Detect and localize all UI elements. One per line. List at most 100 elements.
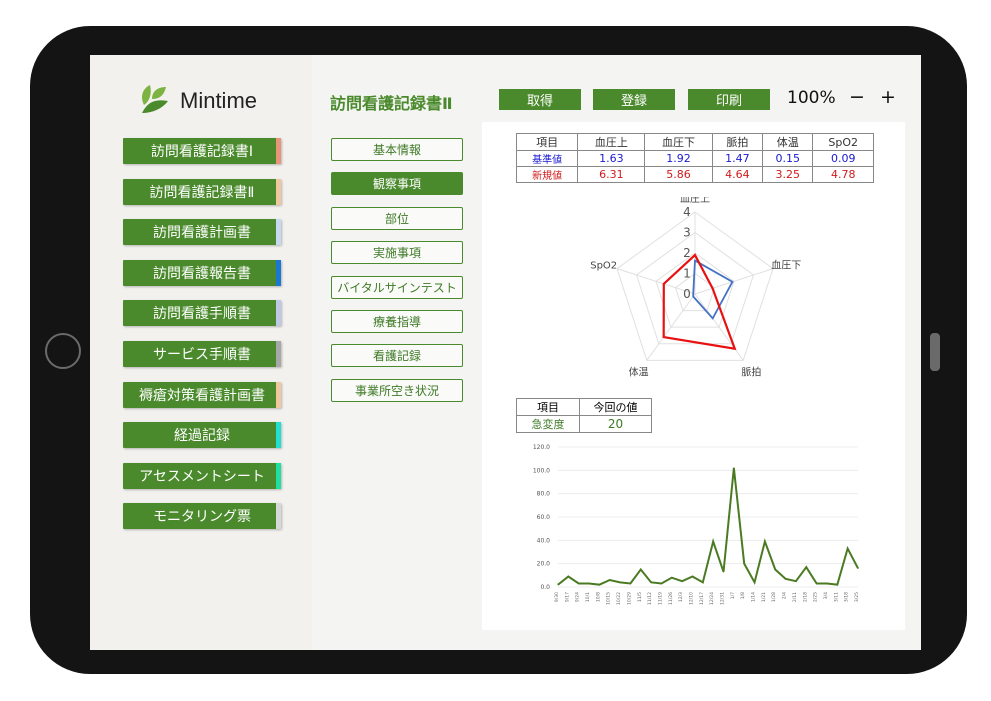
change-row-label: 急変度 xyxy=(516,415,580,433)
side-button[interactable] xyxy=(930,333,940,371)
data-point xyxy=(826,582,828,585)
sidebar-item-stripe xyxy=(276,300,281,327)
sidebar-item-8[interactable]: アセスメントシート xyxy=(123,462,281,489)
radar-tick-label: 2 xyxy=(683,246,691,260)
app-name: Mintime xyxy=(180,88,258,113)
data-point xyxy=(691,575,694,578)
sidebar-item-label: モニタリング票 xyxy=(153,509,251,526)
zoom-out-button[interactable]: − xyxy=(849,86,865,108)
subnav-item-1[interactable]: 観察事項 xyxy=(331,172,463,196)
x-tick-label: 1/7 xyxy=(730,592,736,599)
sidebar-item-0[interactable]: 訪問看護記録書Ⅰ xyxy=(123,138,281,164)
sidebar-item-7[interactable]: 経過記録 xyxy=(123,422,281,449)
x-tick-label: 1/14 xyxy=(751,592,757,602)
trend-line-chart: 0.0 20.0 40.0 60.0 80.0 100.0 120.0 9/30 9/17 9/2… xyxy=(533,444,860,605)
sidebar-item-label: アセスメントシート xyxy=(139,468,265,485)
data-point xyxy=(598,584,600,586)
data-point xyxy=(784,578,787,580)
sidebar-item-stripe xyxy=(276,503,281,530)
data-point xyxy=(805,566,807,568)
sidebar-item-5[interactable]: サービス手順書 xyxy=(123,341,281,367)
home-button[interactable] xyxy=(45,333,81,369)
x-tick-label: 9/30 xyxy=(554,592,560,602)
radar-tick-label: 3 xyxy=(683,226,691,240)
subnav-item-4[interactable]: バイタルサインテスト xyxy=(331,275,463,299)
subnav-item-5[interactable]: 療養指導 xyxy=(331,310,463,333)
data-point xyxy=(681,580,683,582)
sidebar-item-stripe xyxy=(276,462,281,489)
sidebar-item-3[interactable]: 訪問看護報告書 xyxy=(123,259,281,286)
data-point xyxy=(857,567,859,569)
subnav-item-2[interactable]: 部位 xyxy=(331,206,463,230)
get-button[interactable]: 取得 xyxy=(499,89,581,110)
subnav-item-6[interactable]: 看護記録 xyxy=(331,344,463,368)
data-point xyxy=(733,467,735,469)
sidebar-item-stripe xyxy=(276,259,281,286)
x-tick-label: 3/25 xyxy=(854,592,860,602)
radar-tick-label: 4 xyxy=(683,205,691,219)
zoom-level: 100% xyxy=(787,88,836,108)
vitals-header-cell: SpO2 xyxy=(812,133,874,151)
x-tick-label: 11/26 xyxy=(668,592,674,605)
sidebar-item-9[interactable]: モニタリング票 xyxy=(123,503,281,530)
x-tick-label: 10/22 xyxy=(616,592,622,605)
data-point xyxy=(650,581,652,583)
change-table: 項目 今回の値 急変度 20 xyxy=(516,398,652,433)
subnav-item-3[interactable]: 実施事項 xyxy=(331,241,463,265)
sidebar-item-stripe xyxy=(276,219,281,246)
x-tick-label: 11/12 xyxy=(647,592,653,605)
sidebar-item-1[interactable]: 訪問看護記録書Ⅱ xyxy=(123,178,281,205)
x-tick-label: 11/5 xyxy=(637,592,643,602)
print-button[interactable]: 印刷 xyxy=(688,89,770,110)
radar-chart: 血圧上血圧下脈拍 体温 SpO2 0 1 2 3 4 xyxy=(590,197,801,379)
data-point xyxy=(847,547,849,550)
vitals-table: 項目 血圧上 血圧下 脈拍 体温 SpO2 基準値 1.63 1.92 1.47 0.15 0.09… xyxy=(515,133,874,183)
logo: Mintime xyxy=(138,81,257,121)
radar-axis-label: 血圧上 xyxy=(680,197,710,205)
vitals-row-label: 基準値 xyxy=(515,150,579,167)
sidebar-item-4[interactable]: 訪問看護手順書 xyxy=(123,300,281,327)
x-tick-label: 2/4 xyxy=(782,592,788,599)
data-point xyxy=(836,584,838,586)
sidebar-item-stripe xyxy=(276,178,281,205)
vitals-cell: 4.78 xyxy=(812,166,874,183)
radar-axis-label: 血圧下 xyxy=(771,258,801,271)
data-point xyxy=(764,540,766,543)
sidebar-item-stripe xyxy=(276,381,281,408)
data-point xyxy=(567,575,569,578)
x-tick-label: 10/29 xyxy=(626,592,632,605)
sidebar-item-label: 経過記録 xyxy=(174,428,230,445)
subnav-item-7[interactable]: 事業所空き状況 xyxy=(331,378,463,402)
x-tick-label: 10/15 xyxy=(606,592,612,605)
sidebar-item-label: 訪問看護手順書 xyxy=(153,306,251,323)
data-point xyxy=(609,579,611,581)
vitals-cell: 1.47 xyxy=(711,150,764,167)
sidebar-item-label: 訪問看護報告書 xyxy=(153,265,251,282)
x-tick-label: 3/4 xyxy=(823,592,829,599)
data-point xyxy=(774,568,776,571)
data-point xyxy=(712,540,714,543)
sidebar-item-6[interactable]: 褥瘡対策看護計画書 xyxy=(123,381,281,408)
y-tick-label: 20.0 xyxy=(537,561,551,568)
x-tick-label: 12/3 xyxy=(678,592,684,602)
y-tick-label: 100.0 xyxy=(533,467,550,474)
x-tick-label: 2/18 xyxy=(802,592,808,602)
subnav-item-0[interactable]: 基本情報 xyxy=(331,138,463,161)
radar-tick-label: 1 xyxy=(683,267,691,281)
register-button[interactable]: 登録 xyxy=(593,89,675,110)
vitals-cell: 0.15 xyxy=(762,150,814,167)
sidebar-item-2[interactable]: 訪問看護計画書 xyxy=(123,219,281,246)
radar-tick-label: 0 xyxy=(683,287,691,301)
data-point xyxy=(753,581,756,583)
change-row-value: 20 xyxy=(579,415,652,433)
data-point xyxy=(588,582,590,585)
sidebar-item-label: サービス手順書 xyxy=(153,347,251,363)
change-header-item: 項目 xyxy=(516,398,580,416)
vitals-panel: 項目 血圧上 血圧下 脈拍 体温 SpO2 基準値 1.63 1.92 1.47 0.15 0.09… xyxy=(482,122,905,630)
app-screen: Mintime 訪問看護記録書Ⅰ 訪問看護記録書Ⅱ 訪問看護計画書訪問看護報告書 訪問… xyxy=(90,55,921,650)
vitals-cell: 5.86 xyxy=(644,166,713,183)
zoom-in-button[interactable]: + xyxy=(880,86,896,108)
y-tick-label: 120.0 xyxy=(533,444,550,451)
x-tick-label: 1/28 xyxy=(771,592,777,602)
sidebar-item-label: 訪問看護記録書Ⅱ xyxy=(149,184,255,201)
